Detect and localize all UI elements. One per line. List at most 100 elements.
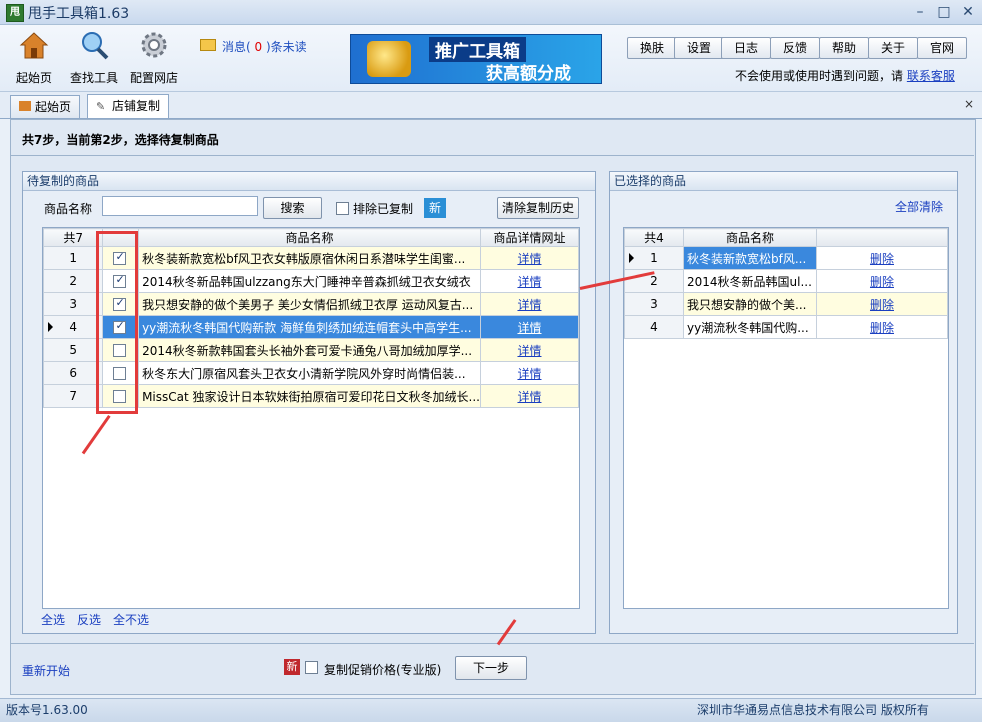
tab-start-page[interactable]: 起始页 (10, 95, 81, 118)
delete-link[interactable]: 删除 (870, 321, 894, 335)
action-header (816, 228, 948, 247)
product-name: 我只想安静的做个美... (683, 292, 817, 316)
row-number: 2 (42, 269, 104, 293)
support-prefix: 不会使用或使用时遇到问题，请 (735, 69, 904, 83)
current-row-icon (629, 253, 634, 263)
product-name: yy潮流秋冬韩国代购新款 海鲜鱼刺绣加绒连帽套头中高学生... (138, 315, 481, 339)
select-all-link[interactable]: 全选 (41, 611, 65, 628)
tab-shop-copy[interactable]: ✎ 店铺复制 (87, 94, 170, 118)
status-bar: 版本号1.63.00 深圳市华通易点信息技术有限公司 版权所有 (0, 698, 982, 722)
skin-button[interactable]: 换肤 (627, 37, 677, 59)
start-page-button[interactable]: 起始页 (6, 30, 62, 86)
row-number: 3 (42, 292, 104, 316)
select-none-link[interactable]: 全不选 (113, 611, 149, 628)
detail-cell: 详情 (479, 338, 580, 362)
table-row[interactable]: 3 我只想安静的做个美... 删除 (624, 292, 948, 316)
pen-icon: ✎ (96, 100, 106, 113)
row-number: 3 (624, 292, 684, 316)
product-name: 秋冬东大门原宿风套头卫衣女小清新学院风外穿时尚情侣装... (138, 361, 481, 385)
log-button[interactable]: 日志 (721, 37, 771, 59)
clear-all-link[interactable]: 全部清除 (895, 198, 943, 215)
contact-support-link[interactable]: 联系客服 (907, 69, 955, 83)
delete-link[interactable]: 删除 (870, 275, 894, 289)
url-header: 商品详情网址 (479, 228, 580, 247)
restart-link[interactable]: 重新开始 (22, 662, 70, 679)
gear-icon (141, 32, 167, 58)
product-name: 2014秋冬新款韩国套头长袖外套可爱卡通兔八哥加绒加厚学... (138, 338, 481, 362)
product-name: yy潮流秋冬韩国代购... (683, 315, 817, 339)
copy-promo-price-checkbox[interactable] (305, 661, 318, 674)
find-tools-button[interactable]: 查找工具 (66, 30, 122, 86)
messages-link[interactable]: 消息( 0 )条未读 (200, 38, 307, 55)
copy-promo-price-label: 复制促销价格(专业版) (324, 663, 442, 677)
config-shop-label: 配置网店 (129, 71, 178, 85)
footer-divider (10, 643, 974, 644)
message-suffix: )条未读 (265, 40, 307, 54)
name-header: 商品名称 (683, 228, 817, 247)
action-cell: 删除 (816, 315, 948, 339)
row-number-text: 4 (69, 320, 78, 334)
row-number-text: 1 (650, 251, 658, 265)
detail-cell: 详情 (479, 361, 580, 385)
envelope-icon (200, 39, 216, 51)
tab-close-icon[interactable]: × (964, 97, 974, 111)
pending-products-title: 待复制的商品 (23, 172, 595, 191)
window-title: 甩手工具箱1.63 (28, 3, 129, 23)
row-number: 5 (42, 338, 104, 362)
exclude-copied-label: 排除已复制 (353, 202, 414, 216)
maximize-icon[interactable]: □ (934, 3, 954, 21)
row-number: 7 (42, 384, 104, 408)
detail-link[interactable]: 详情 (517, 252, 541, 266)
tab-start-label: 起始页 (35, 100, 72, 114)
message-prefix: 消息( (222, 40, 251, 54)
detail-cell: 详情 (479, 292, 580, 316)
action-cell: 删除 (816, 246, 948, 270)
search-icon (82, 32, 109, 60)
help-button[interactable]: 帮助 (819, 37, 869, 59)
clear-history-button[interactable]: 清除复制历史 (497, 197, 579, 219)
current-row-icon (48, 322, 53, 332)
row-number: 4 (624, 315, 684, 339)
tab-shop-copy-label: 店铺复制 (112, 99, 161, 113)
config-shop-button[interactable]: 配置网店 (126, 30, 182, 86)
treasure-chest-icon (367, 41, 411, 77)
detail-cell: 详情 (479, 246, 580, 270)
table-row-selected[interactable]: 1 秋冬装新款宽松bf风... 删除 (624, 246, 948, 270)
table-row[interactable]: 2 2014秋冬新品韩国ul... 删除 (624, 269, 948, 293)
detail-link[interactable]: 详情 (517, 321, 541, 335)
action-cell: 删除 (816, 292, 948, 316)
product-name-input[interactable] (102, 196, 258, 216)
minimize-icon[interactable]: – (910, 3, 930, 21)
title-bar (0, 0, 982, 25)
detail-link[interactable]: 详情 (517, 367, 541, 381)
about-button[interactable]: 关于 (868, 37, 918, 59)
settings-button[interactable]: 设置 (674, 37, 724, 59)
detail-link[interactable]: 详情 (517, 344, 541, 358)
website-button[interactable]: 官网 (917, 37, 967, 59)
app-logo-icon: 甩 (6, 4, 24, 22)
detail-link[interactable]: 详情 (517, 390, 541, 404)
row-number: 1 (624, 246, 684, 270)
close-icon[interactable]: ✕ (958, 3, 978, 21)
home-icon (19, 101, 31, 111)
detail-link[interactable]: 详情 (517, 275, 541, 289)
delete-link[interactable]: 删除 (870, 252, 894, 266)
home-icon (19, 32, 49, 59)
invert-selection-link[interactable]: 反选 (77, 611, 101, 628)
product-name: 秋冬装新款宽松bf风... (683, 246, 817, 270)
next-step-button[interactable]: 下一步 (455, 656, 527, 680)
detail-link[interactable]: 详情 (517, 298, 541, 312)
product-name-label: 商品名称 (44, 202, 93, 216)
feedback-button[interactable]: 反馈 (770, 37, 820, 59)
app-name: 甩手工具箱 (28, 6, 98, 22)
row-number: 1 (42, 246, 104, 270)
promo-banner[interactable]: 推广工具箱 获高额分成 (350, 34, 602, 84)
search-button[interactable]: 搜索 (263, 197, 322, 219)
exclude-copied-checkbox[interactable] (336, 202, 349, 215)
table-row[interactable]: 4 yy潮流秋冬韩国代购... 删除 (624, 315, 948, 339)
start-page-label: 起始页 (15, 71, 52, 85)
product-name: MissCat 独家设计日本软妹街拍原宿可爱印花日文秋冬加绒长... (138, 384, 481, 408)
name-header: 商品名称 (138, 228, 481, 247)
delete-link[interactable]: 删除 (870, 298, 894, 312)
product-name: 我只想安静的做个美男子 美少女情侣抓绒卫衣厚 运动风复古... (138, 292, 481, 316)
